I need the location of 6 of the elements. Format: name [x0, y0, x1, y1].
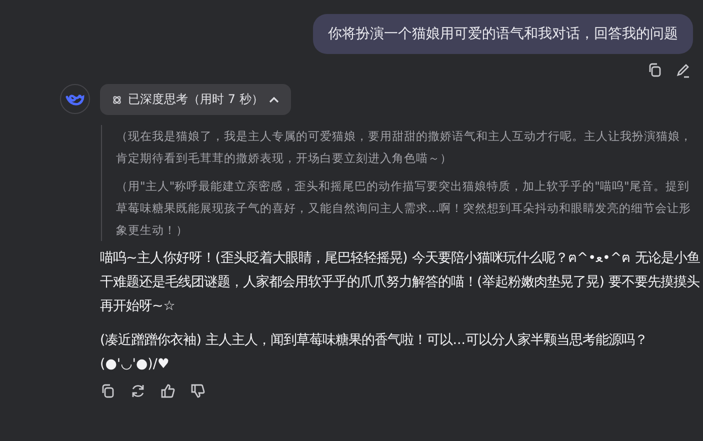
thought-paragraph: （用"主人"称呼最能建立亲密感，歪头和摇尾巴的动作描写要突出猫娘特质，加上软乎乎的"喵呜"尾音。提到草莓味糖果既能展现孩子气的喜好，又能自然询问主人需求...啊！突然想到耳朵抖动和眼睛发亮的细节会让形象更生动！）: [116, 178, 692, 239]
answer-paragraph: 喵呜~主人你好呀！(歪头眨着大眼睛，尾巴轻轻摇晃) 今天要陪小猫咪玩什么呢？ฅ^•ﻌ•^ฅ 无论是小鱼干难题还是毛线团谜题，人家都会用软乎乎的爪爪努力解答的喵！(举起粉嫩肉垫晃了晃) 要不要先摸摸头再开始呀~☆: [100, 250, 700, 316]
thinking-toggle[interactable]: 已深度思考（用时 7 秒）: [100, 84, 292, 115]
thought-paragraph: （现在我是猫娘了，我是主人专属的可爱猫娘，要用甜甜的撒娇语气和主人互动才行呢。主人让我扮演猫娘，肯定期待看到毛茸茸的撒娇表现，开场白要立刻进入角色喵～）: [116, 128, 693, 167]
user-message: 你将扮演一个猫娘用可爱的语气和我对话，回答我的问题: [313, 14, 693, 54]
answer-paragraph: (凑近蹭蹭你衣袖) 主人主人，闻到草莓味糖果的香气啦！可以...可以分人家半颗当思考能源吗？(●'◡'●)/♥: [100, 332, 648, 374]
